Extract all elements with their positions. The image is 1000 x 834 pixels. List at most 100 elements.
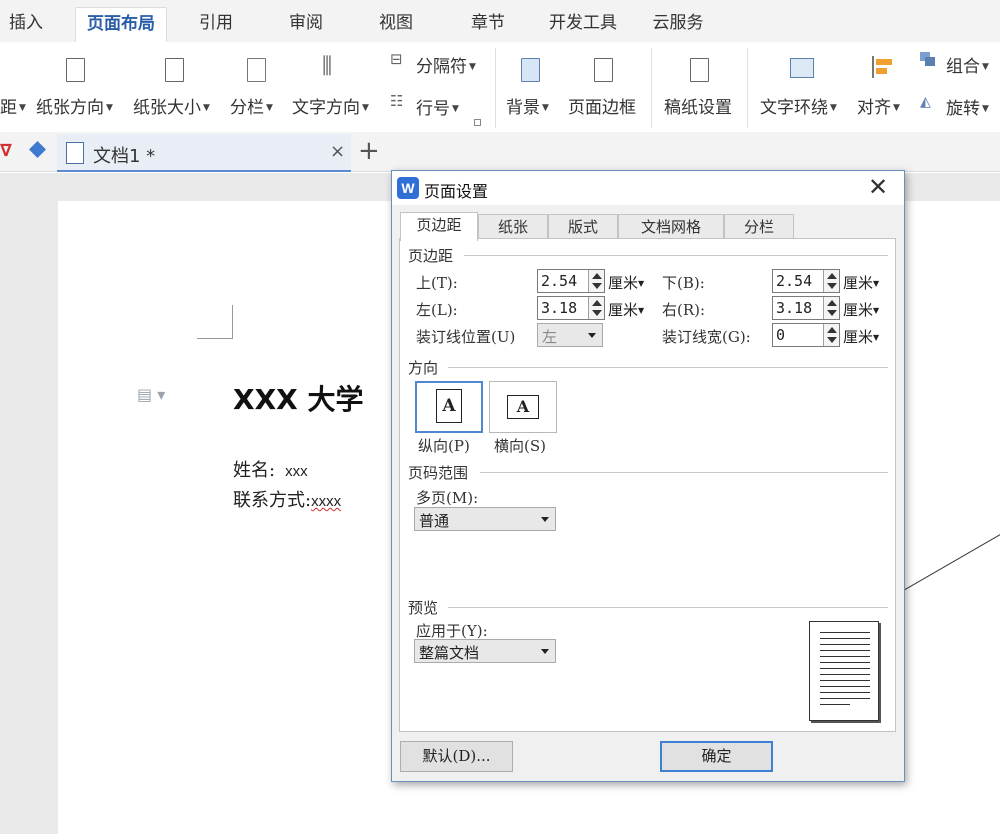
left-margin-unit[interactable]: 厘米▼: [608, 299, 644, 320]
close-icon[interactable]: ✕: [868, 173, 888, 201]
margins-button[interactable]: 距 ▼: [0, 93, 26, 118]
rotate-icon: ◭: [920, 94, 931, 110]
top-margin-unit[interactable]: 厘米▼: [608, 272, 644, 293]
page-border-button[interactable]: 页面边框: [568, 93, 636, 118]
menu-tab-view[interactable]: 视图: [366, 7, 426, 42]
menu-tab-developer[interactable]: 开发工具: [540, 7, 626, 42]
text-direction-icon: ⫼: [322, 54, 333, 79]
spin-down-icon[interactable]: [592, 283, 602, 289]
line-number-button[interactable]: 行号 ▼: [416, 94, 459, 119]
default-button[interactable]: 默认(D)...: [400, 741, 513, 772]
top-margin-value[interactable]: 2.54: [541, 272, 577, 290]
new-tab-button[interactable]: +: [358, 136, 380, 166]
portrait-label[interactable]: 纵向(P): [418, 435, 470, 456]
paper-size-button[interactable]: 纸张大小 ▼: [133, 93, 210, 118]
close-tab-icon[interactable]: ×: [330, 141, 345, 162]
ribbon-divider: [747, 48, 748, 128]
text-wrap-button[interactable]: 文字环绕 ▼: [760, 93, 837, 118]
top-margin-label: 上(T):: [416, 274, 458, 292]
spinner-buttons[interactable]: [588, 270, 604, 292]
tab-columns[interactable]: 分栏: [724, 214, 794, 240]
bottom-margin-label: 下(B):: [662, 274, 705, 292]
right-margin-spinner[interactable]: 3.18: [772, 296, 840, 320]
spinner-buttons[interactable]: [823, 297, 839, 319]
bottom-margin-unit[interactable]: 厘米▼: [843, 272, 879, 293]
tab-margins[interactable]: 页边距: [400, 212, 478, 241]
section-preview: 预览: [408, 599, 439, 617]
spinner-buttons[interactable]: [588, 297, 604, 319]
separator-button[interactable]: 分隔符 ▼: [416, 52, 476, 77]
landscape-option[interactable]: A: [489, 381, 557, 433]
pdf-icon[interactable]: ∇: [0, 141, 12, 161]
spinner-buttons[interactable]: [823, 270, 839, 292]
top-margin-spinner[interactable]: 2.54: [537, 269, 605, 293]
right-margin-unit[interactable]: 厘米▼: [843, 299, 879, 320]
gutter-width-value[interactable]: 0: [776, 326, 785, 344]
ok-button[interactable]: 确定: [660, 741, 773, 772]
preview-text-line: [820, 692, 870, 693]
multiple-pages-select[interactable]: 普通: [414, 507, 556, 531]
gutter-width-spinner[interactable]: 0: [772, 323, 840, 347]
menu-tab-cloud[interactable]: 云服务: [642, 7, 714, 42]
name-value: xxx: [285, 463, 308, 480]
spin-up-icon[interactable]: [827, 327, 837, 333]
menu-tab-chapter[interactable]: 章节: [458, 7, 518, 42]
contact-value: xxxx: [311, 493, 342, 510]
left-margin-value[interactable]: 3.18: [541, 299, 577, 317]
text-direction-button[interactable]: 文字方向 ▼: [292, 93, 369, 118]
menu-tab-insert[interactable]: 插入: [0, 7, 52, 42]
spin-up-icon[interactable]: [827, 300, 837, 306]
manuscript-button[interactable]: 稿纸设置: [664, 93, 732, 118]
spin-up-icon[interactable]: [592, 273, 602, 279]
spinner-buttons[interactable]: [823, 324, 839, 346]
text-wrap-icon: [790, 58, 814, 78]
group-button[interactable]: 组合 ▼: [946, 52, 989, 77]
tab-layout[interactable]: 版式: [548, 214, 618, 240]
columns-icon: [247, 58, 266, 82]
align-button[interactable]: 对齐 ▼: [857, 93, 900, 118]
manuscript-icon: [690, 58, 709, 82]
multiple-pages-label: 多页(M):: [416, 489, 479, 507]
menu-tab-page-layout[interactable]: 页面布局: [75, 7, 167, 42]
bottom-margin-spinner[interactable]: 2.54: [772, 269, 840, 293]
menu-tab-review[interactable]: 审阅: [276, 7, 336, 42]
preview-text-line: [820, 644, 870, 645]
apply-to-value: 整篇文档: [419, 644, 480, 662]
rotate-button[interactable]: 旋转 ▼: [946, 94, 989, 119]
apply-to-select[interactable]: 整篇文档: [414, 639, 556, 663]
bottom-margin-value[interactable]: 2.54: [776, 272, 812, 290]
gutter-width-label: 装订线宽(G):: [662, 328, 751, 346]
cube-icon[interactable]: [29, 141, 46, 158]
spin-up-icon[interactable]: [592, 300, 602, 306]
tab-document-grid[interactable]: 文档网格: [618, 214, 724, 240]
paragraph-handle-icon[interactable]: ▤ ▾: [137, 385, 165, 404]
columns-button[interactable]: 分栏 ▼: [230, 93, 273, 118]
landscape-label[interactable]: 横向(S): [494, 435, 546, 456]
gutter-position-select[interactable]: 左: [537, 323, 603, 347]
ribbon-divider: [651, 48, 652, 128]
spin-down-icon[interactable]: [592, 310, 602, 316]
right-margin-value[interactable]: 3.18: [776, 299, 812, 317]
document-tab-bar: ∇ 文档1 * × +: [0, 132, 1000, 172]
spin-down-icon[interactable]: [827, 310, 837, 316]
menu-tab-references[interactable]: 引用: [186, 7, 246, 42]
spin-down-icon[interactable]: [827, 283, 837, 289]
preview-text-line: [820, 662, 870, 663]
margin-corner-mark: [197, 305, 233, 339]
landscape-page-icon: A: [507, 395, 539, 419]
spin-up-icon[interactable]: [827, 273, 837, 279]
preview-text-line: [820, 698, 870, 699]
preview-text-line: [820, 668, 870, 669]
gutter-width-unit[interactable]: 厘米▼: [843, 326, 879, 347]
page-setup-launcher-icon[interactable]: [474, 119, 481, 126]
left-margin-spinner[interactable]: 3.18: [537, 296, 605, 320]
portrait-option[interactable]: A: [415, 381, 483, 433]
document-tab[interactable]: 文档1 * ×: [57, 134, 351, 172]
section-divider: [448, 607, 888, 608]
document-tab-label: 文档1 *: [93, 146, 156, 167]
tab-paper[interactable]: 纸张: [478, 214, 548, 240]
paper-orientation-button[interactable]: 纸张方向 ▼: [36, 93, 113, 118]
dialog-titlebar[interactable]: W 页面设置 ✕: [392, 171, 904, 205]
background-button[interactable]: 背景 ▼: [506, 93, 549, 118]
spin-down-icon[interactable]: [827, 337, 837, 343]
